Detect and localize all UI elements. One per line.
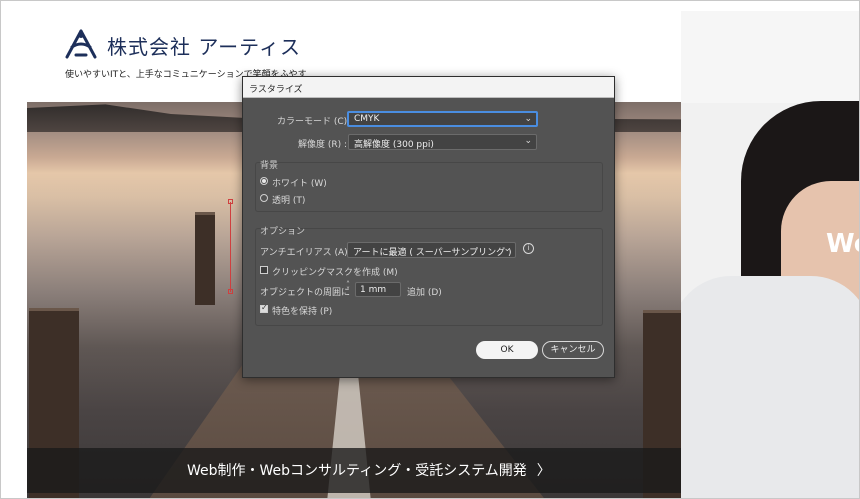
company-logo[interactable]: 株式会社 アーティス	[63, 29, 301, 61]
resolution-label: 解像度 (R) :	[298, 140, 348, 150]
cancel-button[interactable]: キャンセル	[542, 341, 604, 359]
resolution-select[interactable]: 高解像度 (300 ppi) ⌄	[348, 134, 537, 150]
chevron-down-icon: ⌄	[524, 114, 532, 124]
info-icon[interactable]: i	[523, 243, 534, 254]
logo-icon	[65, 29, 97, 59]
radio-transparent[interactable]	[260, 194, 268, 202]
add-around-value: 1 mm	[360, 285, 387, 295]
antialias-value: アートに最適 ( スーパーサンプリング )	[353, 248, 512, 258]
antialias-select[interactable]: アートに最適 ( スーパーサンプリング ) ⌄	[347, 242, 516, 258]
right-top-card	[681, 11, 859, 103]
preserve-spot-label[interactable]: 特色を保持 (P)	[272, 304, 332, 317]
stepper-icon[interactable]: ˄ ˅	[346, 281, 350, 295]
background-section-title: 背景	[260, 161, 279, 171]
options-section-title: オプション	[260, 227, 306, 237]
preserve-spot-checkbox[interactable]	[260, 303, 268, 313]
radio-white[interactable]	[260, 177, 268, 185]
company-name: 株式会社 アーティス	[107, 34, 301, 59]
radio-transparent-label[interactable]: 透明 (T)	[272, 193, 305, 206]
selection-line	[230, 202, 231, 292]
selection-handle[interactable]	[228, 199, 233, 204]
ok-button[interactable]: OK	[476, 341, 538, 359]
chevron-right-icon: 〉	[536, 463, 551, 479]
photo-post	[195, 212, 215, 305]
clipping-mask-label[interactable]: クリッピングマスクを作成 (M)	[272, 265, 398, 278]
rasterize-dialog: ラスタライズ カラーモード (C) : CMYK ⌄ 解像度 (R) : 高解像…	[242, 76, 615, 378]
clipping-mask-checkbox[interactable]	[260, 266, 268, 274]
antialias-label: アンチエイリアス (A) :	[260, 248, 354, 258]
add-around-label: オブジェクトの周囲に	[260, 288, 351, 298]
photo-person-shirt	[681, 276, 859, 498]
services-link[interactable]: Web制作・Webコンサルティング・受託システム開発〉	[187, 460, 551, 480]
selection-handle[interactable]	[228, 289, 233, 294]
screenshot-frame: 株式会社 アーティス 使いやすいITと、上手なコミュニケーションで笑顔をふやす …	[0, 0, 860, 499]
radio-white-label[interactable]: ホワイト (W)	[272, 176, 327, 189]
resolution-value: 高解像度 (300 ppi)	[354, 140, 434, 150]
chevron-down-icon: ⌄	[524, 136, 532, 146]
color-mode-select[interactable]: CMYK ⌄	[347, 111, 538, 127]
services-link-label: Web制作・Webコンサルティング・受託システム開発	[187, 463, 527, 479]
color-mode-label: カラーモード (C) :	[277, 117, 354, 127]
right-heading: We	[826, 229, 859, 259]
dialog-titlebar[interactable]: ラスタライズ	[243, 77, 614, 98]
dialog-title: ラスタライズ	[249, 85, 303, 95]
add-around-suffix: 追加 (D)	[407, 288, 442, 298]
color-mode-value: CMYK	[354, 114, 380, 124]
add-around-input[interactable]: 1 mm	[355, 282, 401, 297]
chevron-down-icon: ⌄	[503, 244, 511, 254]
